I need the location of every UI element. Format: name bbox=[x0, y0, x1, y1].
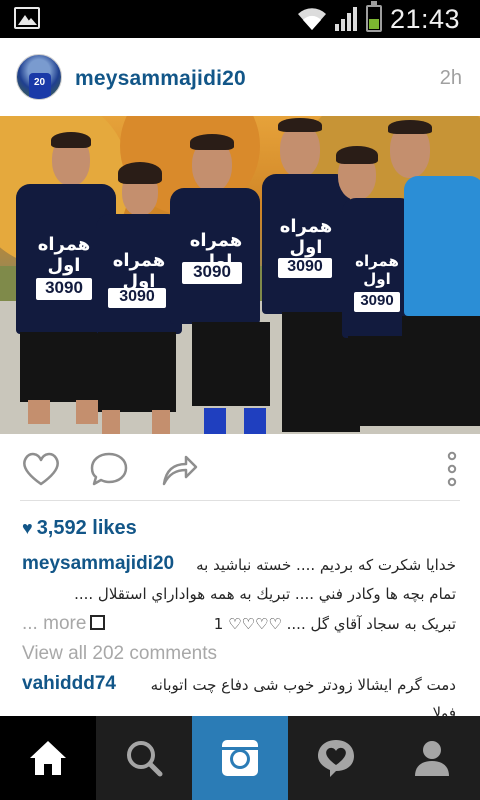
more-link[interactable]: ... more bbox=[22, 613, 86, 634]
caption-line: تبریک به سجاد آقاي گل .... ♡♡♡♡ 1 bbox=[214, 615, 456, 633]
likes-count[interactable]: ♥ 3,592 likes bbox=[22, 517, 137, 540]
jersey-sponsor: همراه اول bbox=[279, 216, 333, 257]
jersey-sponsor: همراه اول bbox=[112, 250, 166, 291]
nav-home[interactable] bbox=[0, 716, 96, 800]
comment-text: دمت گرم ایشالا زودتر خوب شی دفاع چت اتوب… bbox=[150, 676, 456, 694]
search-icon bbox=[127, 741, 163, 777]
gallery-icon bbox=[14, 7, 40, 29]
caption-text: تبریک به سجاد آقاي گل .... bbox=[286, 615, 456, 633]
divider bbox=[20, 500, 460, 501]
avatar[interactable]: 20 bbox=[16, 54, 62, 100]
status-time: 21:43 bbox=[390, 4, 461, 34]
profile-icon bbox=[415, 741, 449, 776]
jersey-phone: 3090 bbox=[36, 278, 92, 300]
share-icon[interactable] bbox=[158, 450, 200, 488]
likes-label: 3,592 likes bbox=[36, 517, 137, 539]
jersey-sponsor: همراه اول bbox=[355, 253, 399, 288]
post-header: 20 meysammajidi20 2h bbox=[0, 38, 480, 116]
signal-icon bbox=[335, 7, 357, 31]
home-icon bbox=[30, 741, 66, 775]
heart-icon[interactable] bbox=[20, 450, 62, 488]
caption-line: تمام بچه ها وکادر فني .... تبريك به همه … bbox=[74, 585, 456, 603]
caption-line: خدایا شکرت که بردیم .... خسته نباشید به bbox=[196, 556, 456, 574]
status-bar: 21:43 bbox=[0, 0, 480, 38]
battery-icon bbox=[366, 1, 382, 32]
jersey-phone: 3090 bbox=[354, 292, 400, 312]
bottom-nav bbox=[0, 716, 480, 800]
nav-search[interactable] bbox=[96, 716, 192, 800]
comment-username[interactable]: vahiddd74 bbox=[22, 673, 116, 695]
nav-profile[interactable] bbox=[384, 716, 480, 800]
post-actions bbox=[0, 434, 480, 504]
activity-icon bbox=[318, 740, 354, 777]
post-time: 2h bbox=[439, 67, 462, 89]
likes-heart-icon: ♥ bbox=[22, 518, 33, 538]
wifi-icon bbox=[298, 8, 326, 30]
caption-emoji: ♡♡♡♡ bbox=[228, 615, 282, 633]
caption-count: 1 bbox=[213, 615, 224, 633]
caption-username[interactable]: meysammajidi20 bbox=[22, 553, 174, 575]
nav-camera[interactable] bbox=[192, 716, 288, 800]
comment-overflow-text: فولا bbox=[432, 704, 456, 716]
jersey-phone: 3090 bbox=[182, 262, 242, 284]
camera-icon bbox=[222, 740, 258, 776]
caption-more-row: ... more bbox=[22, 613, 109, 635]
jersey-phone: 3090 bbox=[108, 288, 166, 308]
jersey-phone: 3090 bbox=[278, 258, 332, 278]
emoji-box-icon bbox=[90, 615, 106, 630]
post-photo[interactable]: همراه اول 3090 همراه اول 3090 همراه اول … bbox=[0, 116, 480, 434]
nav-activity[interactable] bbox=[288, 716, 384, 800]
jersey-sponsor: همراه اول bbox=[37, 234, 91, 275]
post-username[interactable]: meysammajidi20 bbox=[75, 67, 246, 91]
view-all-comments-link[interactable]: View all 202 comments bbox=[22, 643, 217, 665]
comment-icon[interactable] bbox=[88, 450, 130, 488]
more-options-icon[interactable] bbox=[440, 450, 464, 488]
